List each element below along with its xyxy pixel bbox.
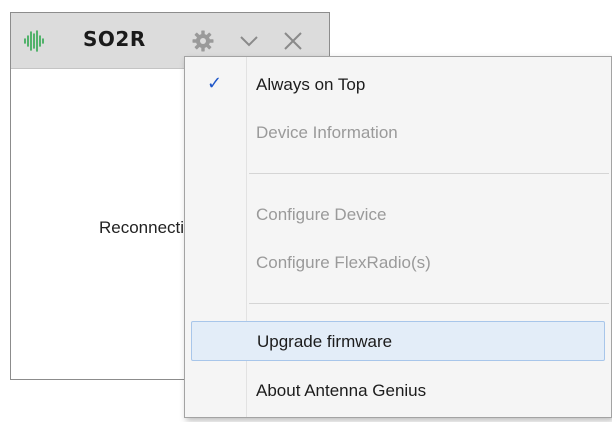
menu-item-always-on-top[interactable]: ✓ Always on Top [185, 65, 611, 105]
menu-item-upgrade-firmware[interactable]: Upgrade firmware [191, 321, 605, 361]
checkmark-icon: ✓ [207, 73, 223, 94]
menu-item-configure-flexradio: Configure FlexRadio(s) [185, 243, 611, 283]
menu-separator [249, 173, 609, 174]
menu-item-label: Configure FlexRadio(s) [256, 253, 431, 272]
menu-item-label: Device Information [256, 123, 398, 142]
settings-context-menu: ✓ Always on Top Device Information Confi… [184, 56, 612, 418]
gear-icon[interactable] [191, 29, 215, 53]
menu-item-label: Upgrade firmware [257, 332, 393, 351]
menu-item-label: Always on Top [256, 75, 366, 94]
close-icon[interactable] [281, 29, 305, 53]
menu-item-device-information: Device Information [185, 113, 611, 153]
app-title: SO2R [83, 27, 146, 51]
waveform-logo-icon [24, 30, 44, 52]
menu-item-about-antenna-genius[interactable]: About Antenna Genius [185, 371, 611, 411]
menu-item-label: About Antenna Genius [256, 381, 427, 400]
menu-icon-gutter [185, 57, 247, 417]
chevron-down-icon[interactable] [237, 29, 261, 53]
menu-separator [249, 303, 609, 304]
screen: SO2R Reconnecting... ✓ Always on Top Dev… [0, 0, 612, 422]
menu-item-label: Configure Device [256, 205, 387, 224]
menu-item-configure-device: Configure Device [185, 195, 611, 235]
